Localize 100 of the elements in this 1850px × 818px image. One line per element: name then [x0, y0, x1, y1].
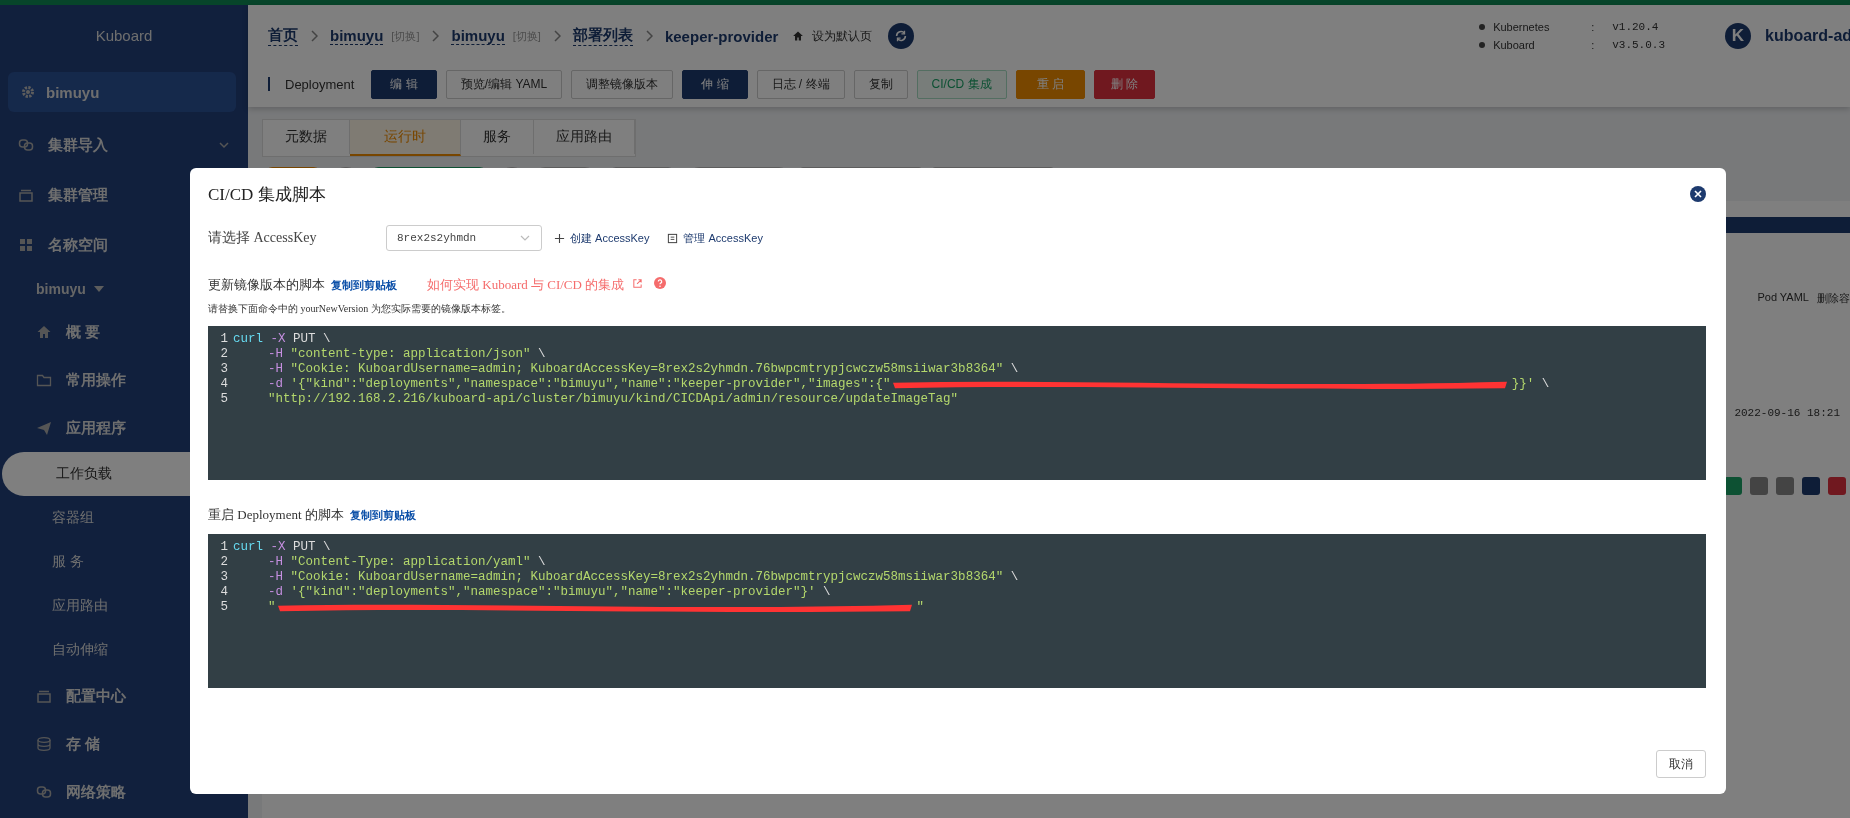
bullet-icon [1479, 42, 1486, 48]
bullet-icon [1479, 24, 1486, 30]
code-token: -H [268, 347, 283, 362]
breadcrumb-link[interactable]: 首页 [268, 26, 298, 46]
refresh-button[interactable] [888, 23, 915, 49]
breadcrumb-link[interactable]: bimuyu [330, 27, 384, 45]
breadcrumb-link[interactable]: 部署列表 [572, 26, 633, 46]
code-token: \ [538, 347, 546, 362]
chevron-right-icon [431, 30, 440, 42]
version-name: Kuboard [1493, 39, 1536, 51]
link-icon [36, 784, 52, 800]
version-value: v3.5.0.3 [1612, 39, 1665, 51]
line-number: 3 [219, 362, 228, 377]
toolbar-button[interactable]: 伸 缩 [682, 69, 748, 99]
database-icon [36, 736, 52, 752]
external-link-icon [632, 278, 644, 289]
access-key-select[interactable]: 8rex2s2yhmdn [386, 225, 542, 251]
breadcrumb-current: keeper-provider [664, 27, 779, 45]
code-token: -H [268, 570, 283, 585]
toolbar-button[interactable]: 预览/编辑 YAML [445, 69, 563, 99]
code-token: \ [823, 585, 831, 600]
line-number: 4 [219, 377, 228, 392]
code-token: "http://192.168.2.216/kuboard-api/cluster/bimuyu/kind/CICDApi/admin/resource/updateImageTag" [268, 392, 959, 407]
user-avatar[interactable]: K [1725, 23, 1751, 49]
close-icon[interactable] [1690, 186, 1706, 202]
namespace-name: bimuyu [36, 281, 86, 297]
pod-yaml-link[interactable]: Pod YAML [1757, 291, 1809, 306]
code-token: '{"kind":"deployments","namespace":"bimuyu","name":"keeper-provider","images":{" [290, 377, 891, 392]
line-number: 5 [219, 600, 228, 615]
chevron-right-icon [310, 30, 318, 42]
link-icon [18, 137, 34, 153]
cluster-item[interactable]: bimuyu [8, 72, 236, 112]
code-token: "Content-Type: application/yaml" [290, 555, 531, 570]
code-token: "Cookie: KuboardUsername=admin; KuboardAccessKey=8rex2s2yhmdn.76bwpcmtrypjcwczw58msiiwar3b8364" [290, 570, 1004, 585]
code-token: -d [268, 377, 283, 392]
section-title: 更新镜像版本的脚本 [208, 276, 325, 294]
code-token: PUT \ [293, 332, 331, 347]
cluster-name: bimuyu [46, 83, 100, 101]
tab[interactable]: 应用路由 [534, 120, 635, 154]
code-token: \ [1010, 570, 1019, 585]
code-token: \ [538, 555, 546, 570]
hint-text: 请替换下面命令中的 yourNewVersion 为您实际需要的镜像版本标签。 [208, 302, 512, 316]
line-number: 4 [219, 585, 228, 600]
home-icon [36, 324, 52, 340]
code-token: "Cookie: KuboardUsername=admin; KuboardAccessKey=8rex2s2yhmdn.76bwpcmtrypjcwczw58msiiwar3b8364" [290, 362, 1004, 377]
version-separator: : [1591, 39, 1595, 51]
delete-link[interactable]: 删除容 [1817, 291, 1850, 306]
resource-kind: Deployment [285, 76, 355, 92]
timestamp: 2022-09-16 18:21 [1734, 407, 1840, 419]
code-token: " [268, 600, 276, 615]
sidebar-item[interactable]: 配置中心 [0, 672, 248, 720]
cancel-button[interactable]: 取消 [1656, 750, 1706, 778]
dialog-title: CI/CD 集成脚本 [208, 183, 326, 206]
create-link[interactable]: 创建 AccessKey [570, 230, 650, 246]
refresh-icon [894, 29, 909, 43]
field-label: 请选择 AccessKey [208, 229, 318, 247]
sidebar-item[interactable]: 应用程序 [0, 404, 248, 452]
caret-down-icon [93, 286, 104, 292]
code-token: curl [233, 332, 263, 347]
set-default-link[interactable]: 设为默认页 [812, 27, 873, 45]
toolbar-button[interactable]: 复制 [853, 69, 908, 99]
toolbar-button[interactable]: 日志 / 终端 [756, 69, 845, 99]
line-number: 2 [219, 555, 228, 570]
version-separator: : [1591, 21, 1595, 33]
tray-icon [18, 187, 34, 203]
code-token: '{"kind":"deployments","namespace":"bimuyu","name":"keeper-provider"}' [290, 585, 816, 600]
version-value: v1.20.4 [1612, 21, 1659, 33]
document-icon [667, 232, 679, 244]
help-icon [654, 277, 667, 289]
copy-link[interactable]: 复制到剪贴板 [331, 278, 397, 293]
section-title: 重启 Deployment 的脚本 [208, 506, 344, 524]
help-link[interactable]: 如何实现 Kuboard 与 CI/CD 的集成 [427, 276, 625, 294]
tray-icon [36, 688, 52, 704]
line-number: 1 [219, 332, 228, 347]
code-token: curl [233, 540, 263, 555]
toolbar-button[interactable]: 编 辑 [371, 69, 437, 99]
paper-plane-icon [36, 420, 52, 436]
toolbar-button[interactable]: CI/CD 集成 [916, 69, 1007, 99]
code-token: "content-type: application/json" [290, 347, 531, 362]
sidebar-item[interactable]: 存 储 [0, 720, 248, 768]
manage-link[interactable]: 管理 AccessKey [683, 230, 763, 246]
app-title: Kuboard [94, 26, 154, 46]
code-token: -H [268, 555, 283, 570]
code-token: -X [270, 332, 286, 347]
sidebar-item[interactable]: 集群导入 [0, 120, 248, 170]
sidebar-item[interactable]: 网络策略 [0, 768, 248, 816]
toolbar-button[interactable]: 调整镜像版本 [571, 69, 674, 99]
copy-link[interactable]: 复制到剪贴板 [349, 508, 416, 523]
breadcrumb-link[interactable]: bimuyu [451, 27, 505, 45]
home-icon [792, 30, 805, 42]
tab[interactable]: 服务 [461, 120, 534, 154]
chevron-right-icon [644, 30, 653, 42]
line-number: 5 [219, 392, 228, 407]
code-token: -H [268, 362, 283, 377]
code-token: \ [1010, 362, 1019, 377]
line-number: 3 [219, 570, 228, 585]
toolbar-button[interactable]: 删 除 [1093, 69, 1156, 99]
version-name: Kubernetes [1493, 21, 1551, 33]
chevron-right-icon [552, 30, 561, 42]
code-token: PUT \ [293, 540, 331, 555]
